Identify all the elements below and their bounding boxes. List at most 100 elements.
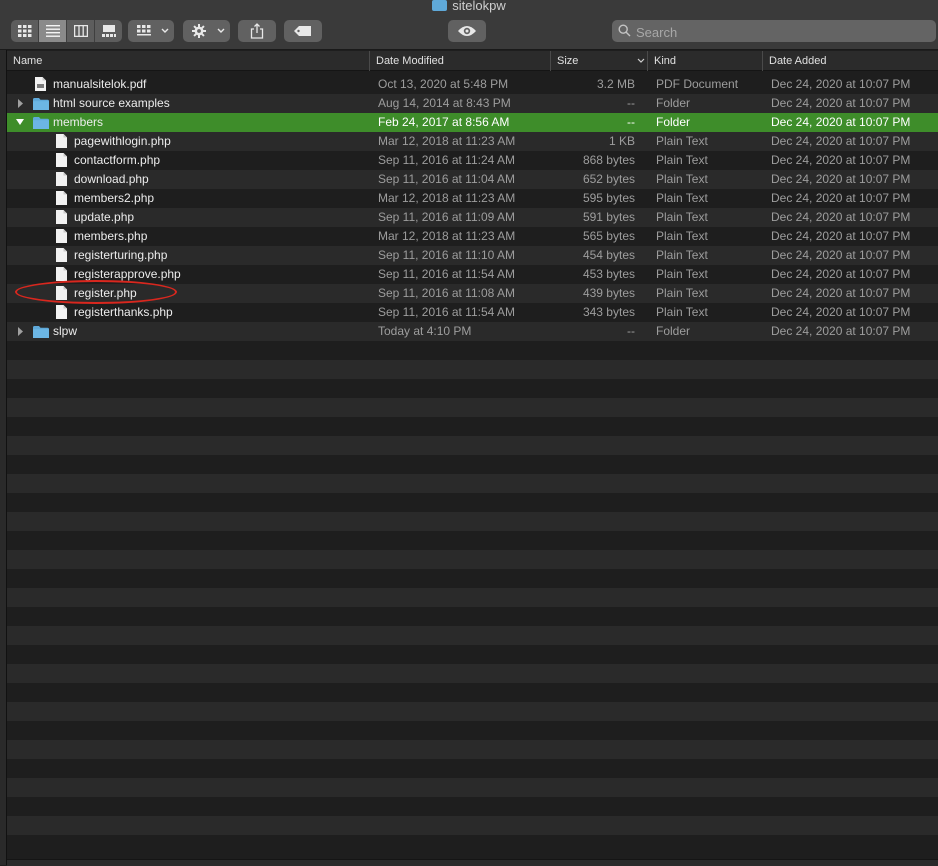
file-name: download.php — [74, 172, 149, 186]
file-date-added: Dec 24, 2020 at 10:07 PM — [771, 324, 911, 338]
empty-row — [7, 645, 938, 664]
file-date-added: Dec 24, 2020 at 10:07 PM — [771, 305, 911, 319]
empty-row — [7, 455, 938, 474]
window-title: sitelokpw — [0, 0, 938, 13]
file-kind: Folder — [656, 115, 691, 129]
file-size: 453 bytes — [582, 267, 635, 281]
file-kind: Plain Text — [656, 134, 708, 148]
disclosure-collapsed-icon[interactable] — [15, 94, 25, 113]
file-kind: Folder — [656, 96, 691, 110]
folder-icon — [33, 326, 49, 338]
empty-row — [7, 474, 938, 493]
empty-row — [7, 797, 938, 816]
file-name: slpw — [53, 324, 78, 338]
folder-icon — [432, 0, 448, 11]
column-header: Name Date Modified Size Kind Date Added — [7, 51, 938, 71]
table-row[interactable]: members.php Mar 12, 2018 at 11:23 AM 565 b… — [7, 227, 938, 246]
column-header-date-modified[interactable]: Date Modified — [369, 51, 550, 71]
empty-row — [7, 512, 938, 531]
file-date-added: Dec 24, 2020 at 10:07 PM — [771, 210, 911, 224]
empty-row — [7, 531, 938, 550]
column-header-name[interactable]: Name — [7, 51, 369, 71]
share-button[interactable] — [238, 20, 276, 42]
column-header-kind[interactable]: Kind — [647, 51, 762, 71]
pdf-document-icon — [35, 77, 46, 91]
tag-icon — [294, 26, 311, 36]
text-file-icon — [56, 172, 67, 186]
table-row[interactable]: contactform.php Sep 11, 2016 at 11:24 AM 8… — [7, 151, 938, 170]
column-view-icon — [74, 25, 88, 37]
file-kind: Folder — [656, 324, 691, 338]
text-file-icon — [56, 305, 67, 319]
empty-row — [7, 588, 938, 607]
file-date-modified: Feb 24, 2017 at 8:56 AM — [378, 115, 510, 129]
table-row[interactable]: registerapprove.php Sep 11, 2016 at 11:54… — [7, 265, 938, 284]
table-row[interactable]: download.php Sep 11, 2016 at 11:04 AM 652 … — [7, 170, 938, 189]
folder-icon — [33, 98, 49, 110]
share-icon — [250, 23, 264, 39]
empty-row — [7, 778, 938, 797]
table-row[interactable]: update.php Sep 11, 2016 at 11:09 AM 591 by… — [7, 208, 938, 227]
file-name: manualsitelok.pdf — [53, 77, 147, 91]
file-name: contactform.php — [74, 153, 161, 167]
file-kind: Plain Text — [656, 229, 708, 243]
table-row[interactable]: members2.php Mar 12, 2018 at 11:23 AM 595 … — [7, 189, 938, 208]
search-field[interactable] — [612, 20, 936, 42]
tag-button[interactable] — [284, 20, 322, 42]
file-name: registerthanks.php — [74, 305, 173, 319]
file-size: 595 bytes — [582, 191, 635, 205]
list-view-icon — [46, 25, 60, 37]
file-date-modified: Sep 11, 2016 at 11:54 AM — [378, 305, 515, 319]
file-kind: Plain Text — [656, 305, 708, 319]
file-kind: Plain Text — [656, 210, 708, 224]
column-view-button[interactable] — [67, 20, 95, 42]
file-size: -- — [627, 115, 635, 129]
file-date-added: Dec 24, 2020 at 10:07 PM — [771, 77, 911, 91]
file-date-added: Dec 24, 2020 at 10:07 PM — [771, 229, 911, 243]
file-size: 591 bytes — [582, 210, 635, 224]
gallery-view-button[interactable] — [95, 20, 122, 42]
file-date-modified: Sep 11, 2016 at 11:54 AM — [378, 267, 515, 281]
table-row[interactable]: registerthanks.php Sep 11, 2016 at 11:54 … — [7, 303, 938, 322]
file-size: 454 bytes — [582, 248, 635, 262]
empty-row — [7, 816, 938, 835]
column-header-date-added[interactable]: Date Added — [762, 51, 938, 71]
table-row[interactable]: manualsitelok.pdf Oct 13, 2020 at 5:48 PM… — [7, 75, 938, 94]
empty-row — [7, 360, 938, 379]
file-size: 3.2 MB — [596, 77, 635, 91]
file-name: members — [53, 115, 104, 129]
icon-view-button[interactable] — [11, 20, 39, 42]
sidebar-edge — [0, 50, 7, 865]
text-file-icon — [56, 210, 67, 224]
folder-icon — [33, 117, 49, 129]
file-date-added: Dec 24, 2020 at 10:07 PM — [771, 96, 911, 110]
group-by-button[interactable] — [128, 20, 174, 42]
text-file-icon — [56, 229, 67, 243]
disclosure-collapsed-icon[interactable] — [15, 322, 25, 341]
file-kind: Plain Text — [656, 248, 708, 262]
file-size: 565 bytes — [582, 229, 635, 243]
search-input[interactable] — [634, 22, 928, 42]
file-size: 1 KB — [608, 134, 635, 148]
text-file-icon — [56, 191, 67, 205]
file-size: 343 bytes — [582, 305, 635, 319]
table-row[interactable]: slpw Today at 4:10 PM -- Folder Dec 24, 2020… — [7, 322, 938, 341]
disclosure-expanded-icon[interactable] — [15, 113, 25, 132]
quick-look-button[interactable] — [448, 20, 486, 42]
empty-row — [7, 493, 938, 512]
file-kind: Plain Text — [656, 191, 708, 205]
table-row[interactable]: html source examples Aug 14, 2014 at 8:43… — [7, 94, 938, 113]
file-date-modified: Sep 11, 2016 at 11:24 AM — [378, 153, 515, 167]
action-menu-button[interactable] — [183, 20, 230, 42]
empty-row — [7, 740, 938, 759]
search-icon — [618, 24, 631, 37]
table-row[interactable]: pagewithlogin.php Mar 12, 2018 at 11:23 A… — [7, 132, 938, 151]
file-name: members2.php — [74, 191, 155, 205]
file-name: html source examples — [53, 96, 170, 110]
list-view-button[interactable] — [39, 20, 67, 42]
table-row[interactable]: members Feb 24, 2017 at 8:56 AM -- Folder De… — [7, 113, 938, 132]
text-file-icon — [56, 134, 67, 148]
column-header-size[interactable]: Size — [550, 51, 647, 71]
table-row[interactable]: registerturing.php Sep 11, 2016 at 11:10 … — [7, 246, 938, 265]
file-date-added: Dec 24, 2020 at 10:07 PM — [771, 172, 911, 186]
